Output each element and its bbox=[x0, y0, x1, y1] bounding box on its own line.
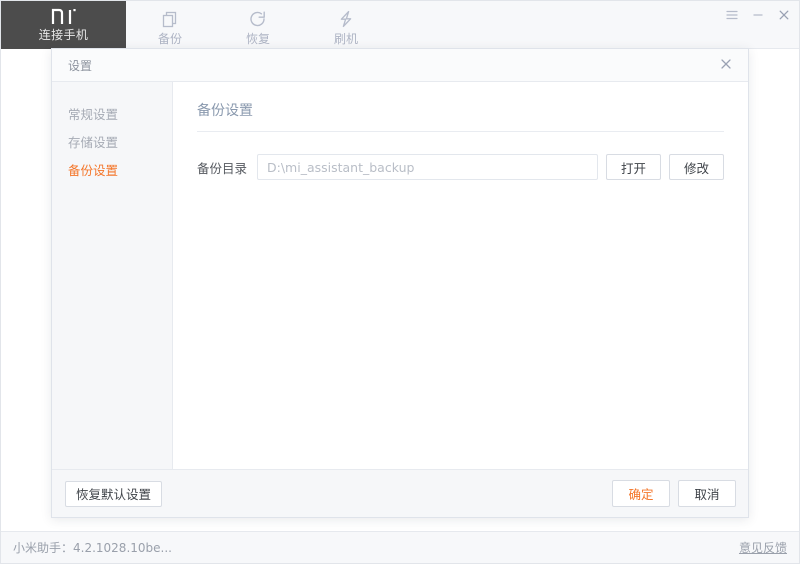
sidebar-item-general[interactable]: 常规设置 bbox=[52, 99, 172, 127]
restore-defaults-button[interactable]: 恢复默认设置 bbox=[65, 480, 163, 507]
menu-icon bbox=[725, 8, 739, 22]
app-window: 连接手机 备份 恢复 刷机 设置 常规设置 存储设置 备份设置 备份设置 备份目… bbox=[0, 0, 800, 564]
nav-items: 备份 恢复 刷机 bbox=[126, 1, 390, 49]
nav-item-backup[interactable]: 备份 bbox=[126, 1, 214, 49]
nav-item-flash[interactable]: 刷机 bbox=[302, 1, 390, 49]
minimize-icon bbox=[751, 8, 765, 22]
window-controls bbox=[721, 1, 795, 29]
dialog-close-button[interactable] bbox=[716, 55, 736, 75]
dialog-title: 设置 bbox=[68, 58, 93, 73]
nav-item-flash-label: 刷机 bbox=[333, 32, 358, 46]
backup-directory-row: 备份目录 打开 修改 bbox=[197, 154, 724, 180]
menu-button[interactable] bbox=[721, 4, 743, 26]
brand-connect-phone-panel[interactable]: 连接手机 bbox=[1, 1, 126, 49]
nav-item-backup-label: 备份 bbox=[157, 32, 182, 46]
backup-directory-input[interactable] bbox=[257, 154, 598, 180]
sidebar-item-backup-label: 备份设置 bbox=[68, 162, 119, 178]
mi-logo-icon bbox=[51, 7, 77, 26]
restore-circular-arrow-icon bbox=[248, 9, 268, 29]
modify-directory-button[interactable]: 修改 bbox=[669, 154, 724, 180]
version-text: 小米助手：4.2.1028.10be... bbox=[13, 541, 172, 555]
sidebar-item-general-label: 常规设置 bbox=[68, 106, 119, 122]
sidebar-item-storage-label: 存储设置 bbox=[68, 134, 119, 150]
dialog-footer-actions: 确定 取消 bbox=[612, 480, 736, 507]
dialog-titlebar: 设置 bbox=[52, 49, 748, 82]
minimize-button[interactable] bbox=[747, 4, 769, 26]
confirm-button[interactable]: 确定 bbox=[612, 480, 670, 507]
settings-sidebar: 常规设置 存储设置 备份设置 bbox=[52, 82, 173, 469]
copy-icon bbox=[160, 9, 180, 29]
open-directory-button[interactable]: 打开 bbox=[606, 154, 661, 180]
dialog-footer: 恢复默认设置 确定 取消 bbox=[52, 469, 748, 517]
close-icon bbox=[719, 56, 733, 75]
lightning-bolt-icon bbox=[336, 9, 356, 29]
settings-content: 备份设置 备份目录 打开 修改 bbox=[172, 82, 748, 469]
nav-item-restore[interactable]: 恢复 bbox=[214, 1, 302, 49]
cancel-button[interactable]: 取消 bbox=[678, 480, 736, 507]
sidebar-item-backup[interactable]: 备份设置 bbox=[52, 155, 172, 183]
close-button[interactable] bbox=[773, 4, 795, 26]
brand-label: 连接手机 bbox=[38, 28, 89, 42]
settings-dialog: 设置 常规设置 存储设置 备份设置 备份设置 备份目录 D:\mi_assist… bbox=[51, 48, 749, 518]
section-heading: 备份设置 bbox=[196, 100, 724, 132]
close-icon bbox=[777, 8, 791, 22]
feedback-link[interactable]: 意见反馈 bbox=[739, 539, 787, 556]
sidebar-item-storage[interactable]: 存储设置 bbox=[52, 127, 172, 155]
app-toolbar: 连接手机 备份 恢复 刷机 bbox=[1, 1, 799, 49]
status-bar: 小米助手：4.2.1028.10be... 意见反馈 bbox=[1, 531, 799, 563]
backup-directory-label: 备份目录 bbox=[196, 160, 247, 176]
nav-item-restore-label: 恢复 bbox=[245, 32, 270, 46]
dialog-body: 常规设置 存储设置 备份设置 备份设置 备份目录 打开 修改 bbox=[52, 82, 748, 469]
